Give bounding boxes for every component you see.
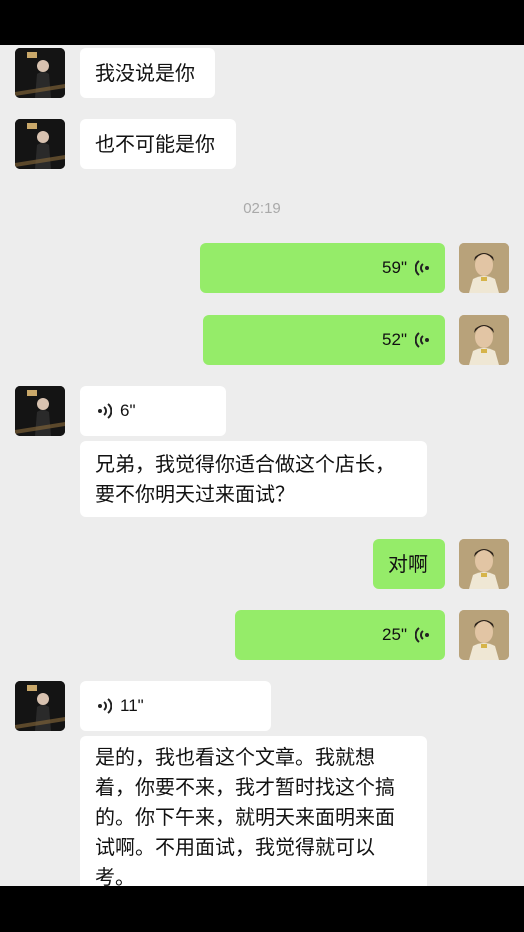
contact-avatar[interactable] — [15, 119, 65, 169]
contact-avatar[interactable] — [15, 48, 65, 98]
voice-message-bubble[interactable]: 52" — [203, 315, 445, 365]
self-avatar[interactable] — [459, 243, 509, 293]
message-text: 对啊 — [388, 552, 428, 576]
self-avatar-image — [459, 243, 509, 293]
contact-avatar-image — [15, 48, 65, 98]
contact-avatar[interactable] — [15, 681, 65, 731]
message-bubble[interactable]: 是的，我也看这个文章。我就想 着，你要不来，我才暂时找这个搞 的。你下午来，就明… — [80, 736, 427, 886]
self-avatar[interactable] — [459, 539, 509, 589]
message-text-line: 是的，我也看这个文章。我就想 — [95, 745, 375, 769]
self-avatar-image — [459, 315, 509, 365]
voice-wave-right-icon — [415, 627, 429, 643]
message-text-line: 着，你要不来，我才暂时找这个搞 — [95, 775, 395, 799]
message-text: 也不可能是你 — [95, 132, 215, 156]
self-avatar[interactable] — [459, 315, 509, 365]
voice-wave-left-icon — [98, 698, 112, 714]
voice-duration: 6" — [120, 401, 136, 420]
voice-message-bubble[interactable]: 59" — [200, 243, 445, 293]
chat-area[interactable]: 我没说是你 也不可能是你 02:19 59" 52" 6" 兄弟，我觉得你适合做… — [0, 45, 524, 886]
contact-avatar-image — [15, 681, 65, 731]
timestamp: 02:19 — [243, 200, 281, 217]
voice-duration: 11" — [120, 696, 144, 715]
message-text-line: 考。 — [95, 865, 135, 886]
voice-duration: 52" — [382, 330, 407, 349]
message-text-line: 要不你明天过来面试？ — [95, 482, 295, 506]
message-text: 我没说是你 — [95, 61, 195, 85]
contact-avatar[interactable] — [15, 386, 65, 436]
self-avatar[interactable] — [459, 610, 509, 660]
voice-wave-right-icon — [415, 332, 429, 348]
self-avatar-image — [459, 539, 509, 589]
voice-wave-left-icon — [98, 403, 112, 419]
message-bubble[interactable]: 我没说是你 — [80, 48, 215, 98]
voice-message-bubble[interactable]: 6" — [80, 386, 226, 436]
voice-wave-right-icon — [415, 260, 429, 276]
message-text-line: 兄弟，我觉得你适合做这个店长， — [95, 452, 395, 476]
contact-avatar-image — [15, 119, 65, 169]
message-text-line: 的。你下午来，就明天来面明来面 — [95, 805, 395, 829]
message-text-line: 试啊。不用面试，我觉得就可以 — [95, 835, 375, 859]
message-bubble[interactable]: 也不可能是你 — [80, 119, 236, 169]
contact-avatar-image — [15, 386, 65, 436]
voice-message-bubble[interactable]: 25" — [235, 610, 445, 660]
self-avatar-image — [459, 610, 509, 660]
voice-message-bubble[interactable]: 11" — [80, 681, 271, 731]
message-bubble[interactable]: 对啊 — [373, 539, 445, 589]
voice-duration: 25" — [382, 625, 407, 644]
message-bubble[interactable]: 兄弟，我觉得你适合做这个店长， 要不你明天过来面试？ — [80, 441, 427, 517]
voice-duration: 59" — [382, 258, 407, 277]
